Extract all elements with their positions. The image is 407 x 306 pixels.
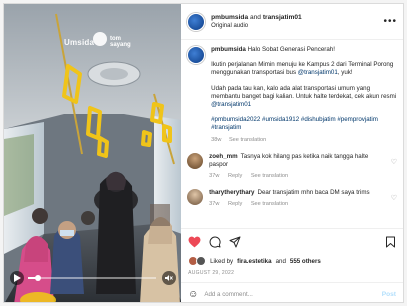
bookmark-icon[interactable] — [385, 236, 396, 248]
post-date: AUGUST 29, 2022 — [188, 270, 235, 276]
reply-button[interactable]: Reply — [228, 173, 242, 179]
comment-icon[interactable] — [209, 236, 221, 248]
author-avatar[interactable] — [187, 12, 206, 31]
emoji-icon[interactable]: ☺ — [188, 289, 198, 300]
caption-paragraph-1: Ikutin perjalanan Mimin menuju ke Kampus… — [211, 61, 394, 77]
original-audio-link[interactable]: Original audio — [211, 23, 377, 29]
caption-hashtags[interactable]: #pmbumsida2022 #umsida1912 #dishubjatim … — [211, 116, 397, 132]
video-progress-bar[interactable] — [28, 275, 156, 281]
comment-username[interactable]: zoeh_mm — [209, 153, 238, 160]
liked-by-text: Liked by — [210, 257, 234, 265]
collab-and-text: and — [249, 14, 261, 21]
comment-username[interactable]: tharytherythary — [209, 189, 254, 196]
caption-meta: 38w See translation — [211, 136, 397, 144]
post-header: pmbumsida and transjatim01 Original audi… — [181, 4, 403, 40]
watermark-small-text: tom sayang — [110, 36, 131, 48]
comment-like-icon[interactable]: ♡ — [391, 194, 397, 202]
play-icon[interactable] — [10, 271, 24, 285]
share-icon[interactable] — [229, 236, 241, 248]
caption-intro: Halo Sobat Generasi Pencerah! — [247, 46, 335, 53]
caption-age[interactable]: 38w — [211, 137, 221, 143]
commenter-avatar[interactable] — [187, 188, 204, 205]
caption: pmbumsida Halo Sobat Generasi Pencerah! … — [187, 46, 397, 144]
caption-username[interactable]: pmbumsida — [211, 46, 246, 53]
mute-icon[interactable] — [162, 271, 176, 285]
post-side-panel: pmbumsida and transjatim01 Original audi… — [181, 4, 403, 302]
reply-button[interactable]: Reply — [228, 201, 242, 207]
comments-section: pmbumsida Halo Sobat Generasi Pencerah! … — [181, 40, 403, 228]
more-icon[interactable]: ••• — [383, 16, 397, 27]
liker-username[interactable]: fira.estetika — [237, 258, 271, 265]
see-translation-link[interactable]: See translation — [229, 137, 266, 143]
mention-link[interactable]: @transjatim01 — [298, 69, 338, 76]
bus-interior-image — [4, 4, 182, 302]
video-watermark: Umsida — [64, 38, 95, 47]
mention-link[interactable]: @transjatim01 — [211, 101, 251, 108]
caption-paragraph-2: Udah pada tau kan, kalo ada alat transpo… — [211, 84, 397, 109]
comment-item: zoeh_mm Tasnya kok hilang pas ketika naik… — [187, 152, 397, 180]
instagram-post: Umsida tom sayang pmbumsida and transjat… — [3, 3, 404, 303]
comment-text: Dear transjatim mhn baca DM saya trims — [257, 188, 370, 196]
heart-icon[interactable] — [188, 236, 201, 248]
likes-others-link[interactable]: 555 others — [290, 258, 321, 265]
collab-username[interactable]: transjatim01 — [263, 14, 302, 21]
comment-age[interactable]: 37w — [209, 173, 219, 179]
commenter-avatar[interactable] — [187, 152, 204, 169]
liker-avatar[interactable] — [196, 256, 207, 266]
caption-avatar[interactable] — [187, 46, 206, 64]
add-comment-bar: ☺ Add a comment... Post — [181, 282, 403, 300]
author-username[interactable]: pmbumsida — [211, 14, 248, 21]
comment-item: tharytherythary Dear transjatim mhn baca … — [187, 188, 397, 208]
likes-summary: Liked by fira.estetika and 555 others — [188, 256, 396, 266]
post-footer: Liked by fira.estetika and 555 others AU… — [181, 228, 403, 302]
see-translation-link[interactable]: See translation — [251, 173, 288, 179]
post-comment-button[interactable]: Post — [382, 291, 396, 298]
see-translation-link[interactable]: See translation — [251, 201, 288, 207]
post-video[interactable]: Umsida tom sayang — [4, 4, 182, 302]
action-bar — [188, 234, 396, 250]
watermark-logo — [93, 32, 107, 46]
comment-like-icon[interactable]: ♡ — [391, 158, 397, 166]
add-comment-input[interactable]: Add a comment... — [204, 291, 375, 298]
comment-age[interactable]: 37w — [209, 201, 219, 207]
